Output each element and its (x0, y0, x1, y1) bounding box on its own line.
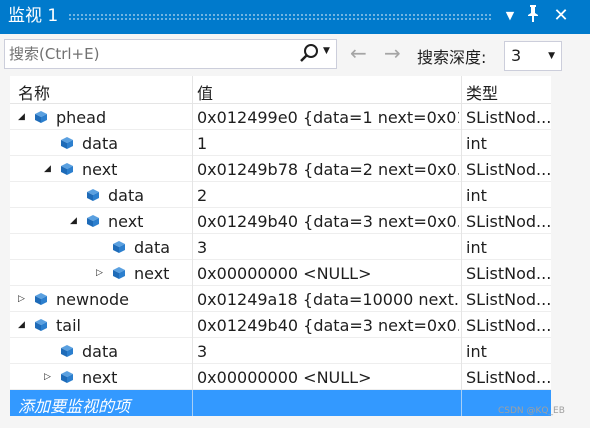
window-menu-button[interactable]: ▼ (499, 4, 521, 28)
title-bar: 监视 1 ▼ ✕ (0, 0, 590, 34)
column-divider[interactable] (461, 76, 462, 416)
close-button[interactable]: ✕ (550, 4, 572, 28)
column-header-value[interactable]: 值 (197, 80, 213, 104)
variable-name: next (82, 160, 118, 179)
variable-type: SListNod... (466, 212, 551, 231)
search-options-chevron-icon[interactable]: ▼ (323, 46, 330, 56)
variable-value[interactable]: 3 (197, 238, 459, 257)
variable-name: phead (56, 108, 107, 127)
variable-value[interactable]: 1 (197, 134, 459, 153)
column-divider[interactable] (192, 76, 193, 416)
variable-value[interactable]: 0x00000000 <NULL> (197, 264, 459, 283)
window-title: 监视 1 (8, 6, 59, 26)
watch-grid: 名称 值 类型 ◢ phead 0x012499e0 {data=1 next=0x… (0, 76, 590, 428)
cube-icon (61, 163, 73, 175)
variable-value[interactable]: 0x01249a18 {data=10000 next... (197, 290, 459, 309)
watch-row[interactable]: data 1 int (10, 130, 551, 156)
search-icon[interactable] (298, 43, 320, 65)
watch-toolbar: ▼ ← → 搜索深度: 3 ▼ (0, 34, 590, 76)
pin-icon[interactable] (522, 4, 544, 28)
expanded-triangle-icon[interactable]: ◢ (44, 163, 54, 175)
watch-row[interactable]: ▷ next 0x00000000 <NULL> SListNod... (10, 364, 551, 390)
search-box[interactable]: ▼ (4, 39, 337, 69)
watch-row[interactable]: ◢ tail 0x01249b40 {data=3 next=0x0... SList… (10, 312, 551, 338)
variable-type: int (466, 186, 487, 205)
search-previous-arrow-icon[interactable]: ← (350, 43, 367, 63)
variable-name: newnode (56, 290, 129, 309)
column-divider (192, 390, 193, 416)
cube-icon (35, 111, 47, 123)
column-header-name[interactable]: 名称 (18, 80, 50, 104)
variable-type: SListNod... (466, 264, 551, 283)
grid-header: 名称 值 类型 (10, 76, 551, 104)
variable-name: tail (56, 316, 81, 335)
variable-name: data (134, 238, 171, 257)
watch-row[interactable]: ▷ next 0x00000000 <NULL> SListNod... (10, 260, 551, 286)
variable-value[interactable]: 0x01249b40 {data=3 next=0x0... (197, 316, 459, 335)
variable-type: SListNod... (466, 368, 551, 387)
expanded-triangle-icon[interactable]: ◢ (70, 215, 80, 227)
variable-type: int (466, 134, 487, 153)
variable-value[interactable]: 0x00000000 <NULL> (197, 368, 459, 387)
watch-row[interactable]: data 3 int (10, 338, 551, 364)
watch-row[interactable]: ◢ next 0x01249b40 {data=3 next=0x0... SList… (10, 208, 551, 234)
add-watch-placeholder[interactable]: 添加要监视的项 (18, 393, 130, 417)
variable-name: next (108, 212, 144, 231)
expanded-triangle-icon[interactable]: ◢ (18, 111, 28, 123)
variable-name: data (82, 134, 119, 153)
collapsed-triangle-icon[interactable]: ▷ (18, 293, 28, 305)
watch-row[interactable]: ▷ newnode 0x01249a18 {data=10000 next... SL… (10, 286, 551, 312)
variable-value[interactable]: 3 (197, 342, 459, 361)
variable-value[interactable]: 0x01249b78 {data=2 next=0x0... (197, 160, 459, 179)
column-header-type[interactable]: 类型 (466, 80, 498, 104)
variable-name: data (108, 186, 145, 205)
cube-icon (113, 267, 125, 279)
search-depth-label: 搜索深度: (417, 48, 487, 67)
cube-icon (61, 371, 73, 383)
watch-row[interactable]: data 2 int (10, 182, 551, 208)
variable-value[interactable]: 0x012499e0 {data=1 next=0x01... (197, 108, 459, 127)
drag-grip[interactable] (68, 13, 492, 20)
variable-type: SListNod... (466, 160, 551, 179)
scrollbar-track[interactable] (551, 76, 590, 428)
variable-value[interactable]: 2 (197, 186, 459, 205)
watch-row[interactable]: data 3 int (10, 234, 551, 260)
variable-type: int (466, 238, 487, 257)
variable-value[interactable]: 0x01249b40 {data=3 next=0x0... (197, 212, 459, 231)
search-depth-select[interactable]: 3 ▼ (504, 41, 562, 71)
watch-row[interactable]: ◢ next 0x01249b78 {data=2 next=0x0... SList… (10, 156, 551, 182)
cube-icon (87, 189, 99, 201)
cube-icon (113, 241, 125, 253)
collapsed-triangle-icon[interactable]: ▷ (44, 371, 54, 383)
variable-type: SListNod... (466, 316, 551, 335)
watermark: CSDN @KQ_EB (498, 406, 565, 416)
chevron-down-icon[interactable]: ▼ (548, 51, 555, 61)
variable-name: next (82, 368, 118, 387)
expanded-triangle-icon[interactable]: ◢ (18, 319, 28, 331)
add-watch-row[interactable]: 添加要监视的项 (10, 390, 551, 416)
cube-icon (61, 345, 73, 357)
variable-type: int (466, 342, 487, 361)
search-next-arrow-icon[interactable]: → (384, 43, 401, 63)
cube-icon (87, 215, 99, 227)
variable-type: SListNod... (466, 290, 551, 309)
watch-row[interactable]: ◢ phead 0x012499e0 {data=1 next=0x01... SLi… (10, 104, 551, 130)
cube-icon (35, 319, 47, 331)
variable-name: data (82, 342, 119, 361)
search-depth-value: 3 (511, 46, 522, 65)
variable-name: next (134, 264, 170, 283)
cube-icon (61, 137, 73, 149)
search-input[interactable] (9, 43, 289, 65)
collapsed-triangle-icon[interactable]: ▷ (96, 267, 106, 279)
cube-icon (35, 293, 47, 305)
column-divider (461, 390, 462, 416)
variable-type: SListNod... (466, 108, 551, 127)
